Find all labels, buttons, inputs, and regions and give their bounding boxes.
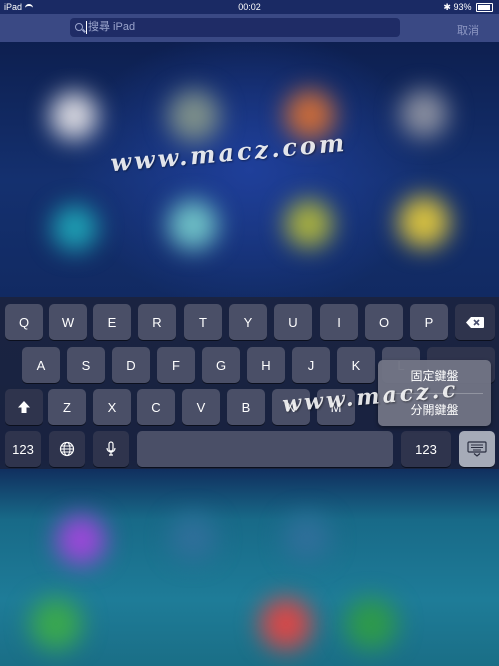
key-h[interactable]: H	[247, 347, 285, 383]
battery-percent: 93%	[453, 2, 472, 12]
key-w[interactable]: W	[49, 304, 87, 340]
text-cursor	[86, 21, 87, 34]
status-bar: iPad 00:02 ✱ 93%	[0, 0, 499, 14]
blurred-app-icon	[168, 200, 218, 250]
key-z[interactable]: Z	[48, 389, 86, 425]
blurred-app-icon	[398, 196, 450, 248]
spotlight-search-bar: 搜尋 iPad 取消	[0, 14, 499, 42]
battery-level	[478, 5, 491, 11]
key-p[interactable]: P	[410, 304, 448, 340]
blurred-app-icon	[285, 200, 333, 248]
dictation-key[interactable]	[93, 431, 129, 467]
key-x[interactable]: X	[93, 389, 131, 425]
globe-icon	[59, 441, 75, 457]
key-e[interactable]: E	[93, 304, 131, 340]
key-k[interactable]: K	[337, 347, 375, 383]
key-o[interactable]: O	[365, 304, 403, 340]
key-r[interactable]: R	[138, 304, 176, 340]
key-b[interactable]: B	[227, 389, 265, 425]
keyboard-hide-icon	[467, 441, 487, 457]
blurred-app-icon	[56, 515, 106, 565]
blurred-app-icon	[168, 90, 220, 142]
backspace-icon	[466, 316, 484, 328]
key-s[interactable]: S	[67, 347, 105, 383]
key-f[interactable]: F	[157, 347, 195, 383]
blurred-app-icon	[50, 92, 98, 140]
hide-keyboard-key[interactable]	[459, 431, 495, 467]
blurred-dock-icon	[345, 598, 397, 650]
key-u[interactable]: U	[274, 304, 312, 340]
numbers-key-right[interactable]: 123	[401, 431, 451, 467]
search-placeholder: 搜尋 iPad	[88, 21, 136, 33]
key-j[interactable]: J	[292, 347, 330, 383]
status-time: 00:02	[238, 2, 261, 12]
key-v[interactable]: V	[182, 389, 220, 425]
search-icon	[75, 23, 83, 31]
key-a[interactable]: A	[22, 347, 60, 383]
microphone-icon	[106, 441, 116, 456]
key-d[interactable]: D	[112, 347, 150, 383]
key-t[interactable]: T	[184, 304, 222, 340]
shift-icon	[18, 401, 30, 413]
shift-key[interactable]	[5, 389, 43, 425]
blurred-app-icon	[170, 515, 216, 561]
blurred-app-icon	[52, 205, 98, 251]
backspace-key[interactable]	[455, 304, 495, 340]
cancel-button[interactable]: 取消	[457, 22, 479, 38]
space-key[interactable]	[137, 431, 393, 467]
battery-icon	[476, 3, 493, 13]
blurred-app-icon	[400, 90, 448, 138]
blurred-dock-icon	[260, 598, 312, 650]
blurred-dock-icon	[30, 598, 82, 650]
key-y[interactable]: Y	[229, 304, 267, 340]
globe-key[interactable]	[49, 431, 85, 467]
search-input[interactable]: 搜尋 iPad	[70, 18, 400, 37]
key-c[interactable]: C	[137, 389, 175, 425]
key-g[interactable]: G	[202, 347, 240, 383]
key-i[interactable]: I	[320, 304, 358, 340]
bluetooth-icon: ✱	[443, 2, 451, 12]
key-q[interactable]: Q	[5, 304, 43, 340]
blurred-app-icon	[284, 515, 330, 561]
numbers-key[interactable]: 123	[5, 431, 41, 467]
